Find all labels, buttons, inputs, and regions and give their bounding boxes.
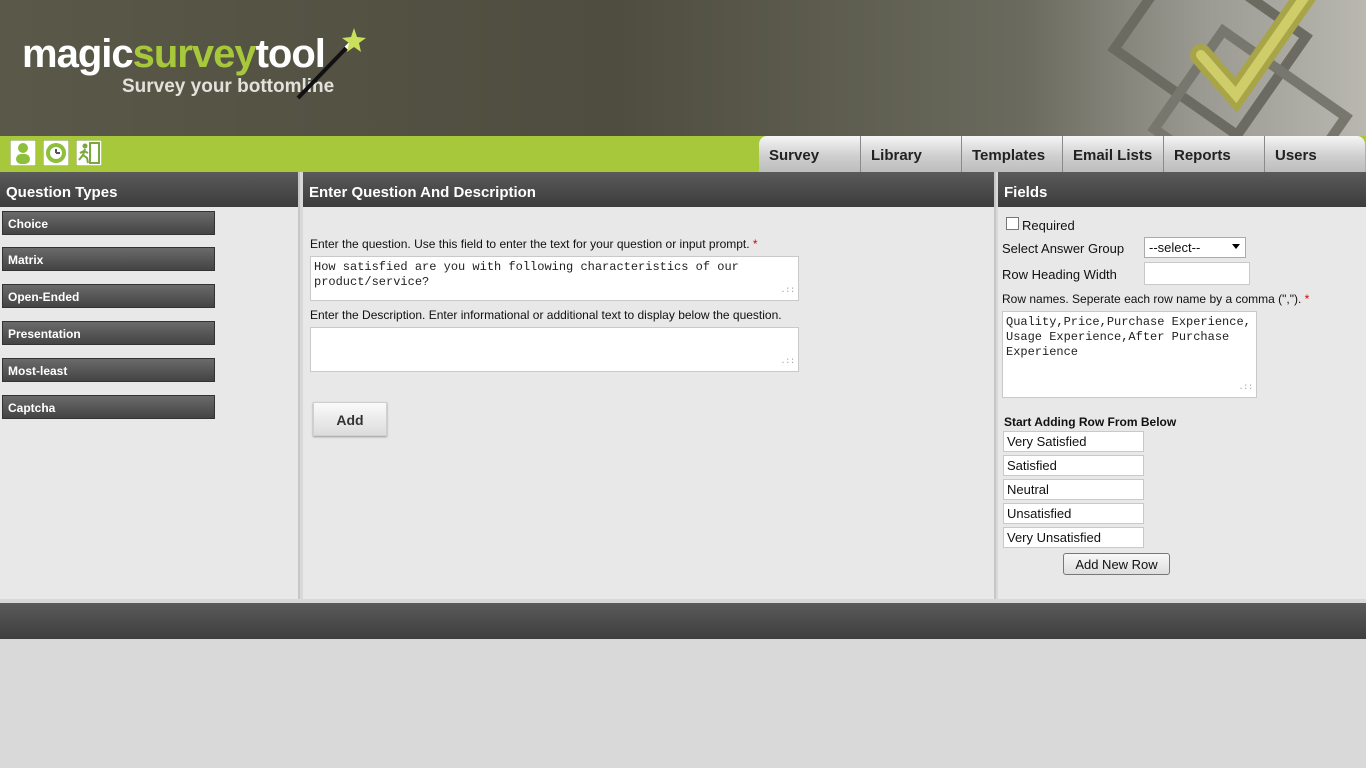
row-names-textarea[interactable]: Quality,Price,Purchase Experience, Usage…	[1002, 311, 1257, 398]
nav-library[interactable]: Library	[860, 136, 961, 172]
row-input-5[interactable]: Very Unsatisfied	[1003, 527, 1144, 548]
add-question-button[interactable]: Add	[313, 402, 387, 436]
user-icon[interactable]	[10, 140, 36, 166]
question-type-most-least[interactable]: Most-least	[2, 358, 215, 382]
question-label: Enter the question. Use this field to en…	[310, 237, 758, 251]
question-textarea[interactable]: How satisfied are you with following cha…	[310, 256, 799, 301]
question-editor-panel: Enter Question And Description Enter the…	[303, 172, 996, 599]
question-type-choice[interactable]: Choice	[2, 211, 215, 235]
description-textarea[interactable]: .::	[310, 327, 799, 372]
exit-icon[interactable]	[76, 140, 102, 166]
nav-survey[interactable]: Survey	[759, 136, 860, 172]
clock-icon[interactable]	[43, 140, 69, 166]
panel-title: Enter Question And Description	[303, 172, 994, 207]
question-types-panel: Question Types Choice Matrix Open-Ended …	[0, 172, 300, 599]
required-label: Required	[1022, 218, 1075, 233]
nav-reports[interactable]: Reports	[1163, 136, 1264, 172]
row-input-4[interactable]: Unsatisfied	[1003, 503, 1144, 524]
checkmark-art-icon	[1107, 0, 1353, 136]
row-heading-width-label: Row Heading Width	[1002, 267, 1117, 282]
row-input-2[interactable]: Satisfied	[1003, 455, 1144, 476]
main-nav: Survey Library Templates Email Lists Rep…	[759, 136, 1365, 172]
fields-panel: Fields Required Select Answer Group --se…	[998, 172, 1366, 599]
row-names-label: Row names. Seperate each row name by a c…	[1002, 292, 1310, 306]
question-type-presentation[interactable]: Presentation	[2, 321, 215, 345]
panel-title: Question Types	[0, 172, 298, 207]
answer-group-label: Select Answer Group	[1002, 241, 1125, 256]
question-type-matrix[interactable]: Matrix	[2, 247, 215, 271]
nav-email-lists[interactable]: Email Lists	[1062, 136, 1163, 172]
required-checkbox[interactable]	[1006, 217, 1019, 230]
magic-wand-icon	[296, 28, 366, 100]
logo[interactable]: magicsurveytool Survey your bottomline	[22, 28, 366, 100]
nav-templates[interactable]: Templates	[961, 136, 1062, 172]
row-input-1[interactable]: Very Satisfied	[1003, 431, 1144, 452]
description-label: Enter the Description. Enter information…	[310, 308, 782, 322]
add-new-row-button[interactable]: Add New Row	[1063, 553, 1170, 575]
answer-group-select[interactable]: --select--	[1144, 237, 1246, 258]
row-input-3[interactable]: Neutral	[1003, 479, 1144, 500]
start-adding-label: Start Adding Row From Below	[1004, 415, 1177, 429]
nav-users[interactable]: Users	[1264, 136, 1365, 172]
chevron-down-icon	[1232, 244, 1240, 249]
row-heading-width-input[interactable]	[1144, 262, 1250, 285]
question-type-open-ended[interactable]: Open-Ended	[2, 284, 215, 308]
header-banner: magicsurveytool Survey your bottomline	[0, 0, 1366, 136]
panel-title: Fields	[998, 172, 1366, 207]
question-type-captcha[interactable]: Captcha	[2, 395, 215, 419]
footer-bar	[0, 603, 1366, 639]
logo-wordmark: magicsurveytool	[22, 32, 326, 76]
